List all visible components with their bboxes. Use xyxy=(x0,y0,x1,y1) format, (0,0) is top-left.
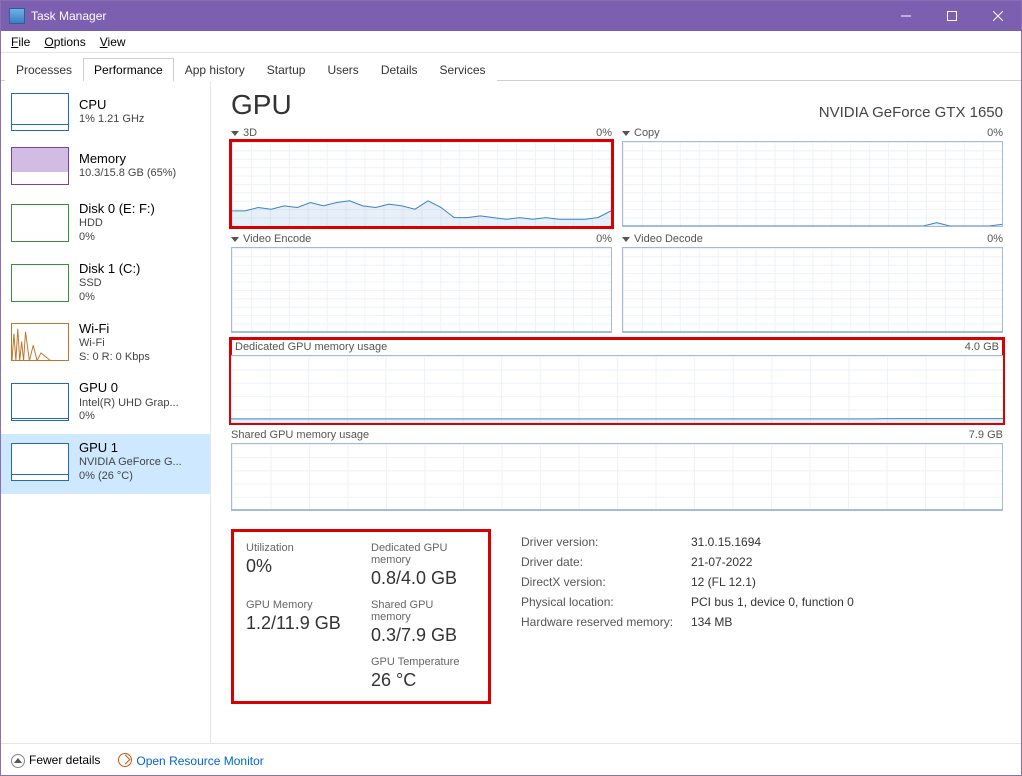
engine-chart-3d[interactable] xyxy=(231,141,612,227)
sidebar-item-gpu1[interactable]: GPU 1 NVIDIA GeForce G... 0% (26 °C) xyxy=(1,434,210,494)
engine-chart-video-decode[interactable] xyxy=(622,247,1003,333)
task-manager-window: Task Manager File Options View Processes… xyxy=(0,0,1022,776)
tab-app-history[interactable]: App history xyxy=(174,58,256,81)
sidebar-item-label: Wi-Fi xyxy=(79,321,150,337)
tab-startup[interactable]: Startup xyxy=(256,58,317,81)
engine-chart-label[interactable]: Video Encode xyxy=(243,233,311,245)
fewer-details-button[interactable]: Fewer details xyxy=(11,752,100,767)
sidebar-item-cpu[interactable]: CPU 1% 1.21 GHz xyxy=(1,87,210,141)
minimize-button[interactable] xyxy=(883,1,929,31)
info-reserved: 134 MB xyxy=(691,615,854,629)
open-resource-monitor-link[interactable]: Open Resource Monitor xyxy=(118,751,263,768)
close-button[interactable] xyxy=(975,1,1021,31)
sidebar-item-disk0[interactable]: Disk 0 (E: F:) HDD 0% xyxy=(1,195,210,255)
tab-details[interactable]: Details xyxy=(370,58,429,81)
gpu-detail-panel: GPU NVIDIA GeForce GTX 1650 3D0% Copy0% … xyxy=(211,81,1021,743)
memory-thumb-icon xyxy=(11,147,69,185)
info-directx: 12 (FL 12.1) xyxy=(691,575,854,589)
menu-options[interactable]: Options xyxy=(44,35,85,49)
disk-thumb-icon xyxy=(11,264,69,302)
mem-chart-label: Shared GPU memory usage xyxy=(231,429,369,441)
shared-mem-chart[interactable] xyxy=(231,443,1003,511)
sidebar-item-label: CPU xyxy=(79,97,144,113)
titlebar[interactable]: Task Manager xyxy=(1,1,1021,31)
tab-services[interactable]: Services xyxy=(429,58,497,81)
info-driver-date: 21-07-2022 xyxy=(691,555,854,569)
info-driver-version: 31.0.15.1694 xyxy=(691,535,854,549)
chevron-down-icon[interactable] xyxy=(622,131,630,136)
mem-chart-label: Dedicated GPU memory usage xyxy=(235,341,387,353)
footer: Fewer details Open Resource Monitor xyxy=(1,743,1021,775)
mem-chart-max: 4.0 GB xyxy=(965,341,999,353)
sidebar-item-label: GPU 0 xyxy=(79,380,179,396)
chevron-down-icon[interactable] xyxy=(231,237,239,242)
stat-shared: 0.3/7.9 GB xyxy=(371,625,476,646)
engine-chart-video-encode[interactable] xyxy=(231,247,612,333)
engine-chart-value: 0% xyxy=(596,233,612,245)
engine-chart-copy[interactable] xyxy=(622,141,1003,227)
window-title: Task Manager xyxy=(31,9,883,23)
sidebar-item-label: Disk 0 (E: F:) xyxy=(79,201,155,217)
sidebar-item-label: Memory xyxy=(79,151,176,167)
app-icon xyxy=(9,8,25,24)
sidebar-item-label: GPU 1 xyxy=(79,440,182,456)
sidebar-item-label: Disk 1 (C:) xyxy=(79,261,140,277)
disk-thumb-icon xyxy=(11,204,69,242)
stat-temperature: 26 °C xyxy=(371,670,476,691)
tab-users[interactable]: Users xyxy=(316,58,369,81)
mem-chart-max: 7.9 GB xyxy=(969,429,1003,441)
sidebar-item-disk1[interactable]: Disk 1 (C:) SSD 0% xyxy=(1,255,210,315)
engine-chart-value: 0% xyxy=(596,127,612,139)
gpu-stats-block: Utilization0% Dedicated GPU memory0.8/4.… xyxy=(231,529,491,704)
resource-monitor-icon xyxy=(118,753,132,767)
engine-chart-value: 0% xyxy=(987,127,1003,139)
tab-performance[interactable]: Performance xyxy=(83,58,174,81)
menubar: File Options View xyxy=(1,31,1021,53)
gpu-thumb-icon xyxy=(11,383,69,421)
page-title: GPU xyxy=(231,89,292,121)
gpu-info-table: Driver version:31.0.15.1694 Driver date:… xyxy=(521,529,854,629)
sidebar-item-wifi[interactable]: Wi-Fi Wi-Fi S: 0 R: 0 Kbps xyxy=(1,315,210,375)
gpu-thumb-icon xyxy=(11,443,69,481)
engine-chart-label[interactable]: 3D xyxy=(243,127,257,139)
tabbar: Processes Performance App history Startu… xyxy=(1,53,1021,81)
wifi-thumb-icon xyxy=(11,323,69,361)
dedicated-mem-chart[interactable] xyxy=(231,355,1003,423)
engine-chart-value: 0% xyxy=(987,233,1003,245)
stat-gpumem: 1.2/11.9 GB xyxy=(246,613,351,634)
menu-view[interactable]: View xyxy=(100,35,126,49)
info-location: PCI bus 1, device 0, function 0 xyxy=(691,595,854,609)
menu-file[interactable]: File xyxy=(11,35,30,49)
performance-sidebar: CPU 1% 1.21 GHz Memory 10.3/15.8 GB (65%… xyxy=(1,81,211,743)
sidebar-item-memory[interactable]: Memory 10.3/15.8 GB (65%) xyxy=(1,141,210,195)
tab-processes[interactable]: Processes xyxy=(5,58,83,81)
maximize-button[interactable] xyxy=(929,1,975,31)
chevron-down-icon[interactable] xyxy=(231,131,239,136)
chevron-down-icon[interactable] xyxy=(622,237,630,242)
engine-chart-label[interactable]: Copy xyxy=(634,127,660,139)
engine-chart-label[interactable]: Video Decode xyxy=(634,233,703,245)
stat-utilization: 0% xyxy=(246,556,351,577)
gpu-device-name: NVIDIA GeForce GTX 1650 xyxy=(819,104,1003,121)
cpu-thumb-icon xyxy=(11,93,69,131)
stat-dedicated: 0.8/4.0 GB xyxy=(371,568,476,589)
sidebar-item-gpu0[interactable]: GPU 0 Intel(R) UHD Grap... 0% xyxy=(1,374,210,434)
